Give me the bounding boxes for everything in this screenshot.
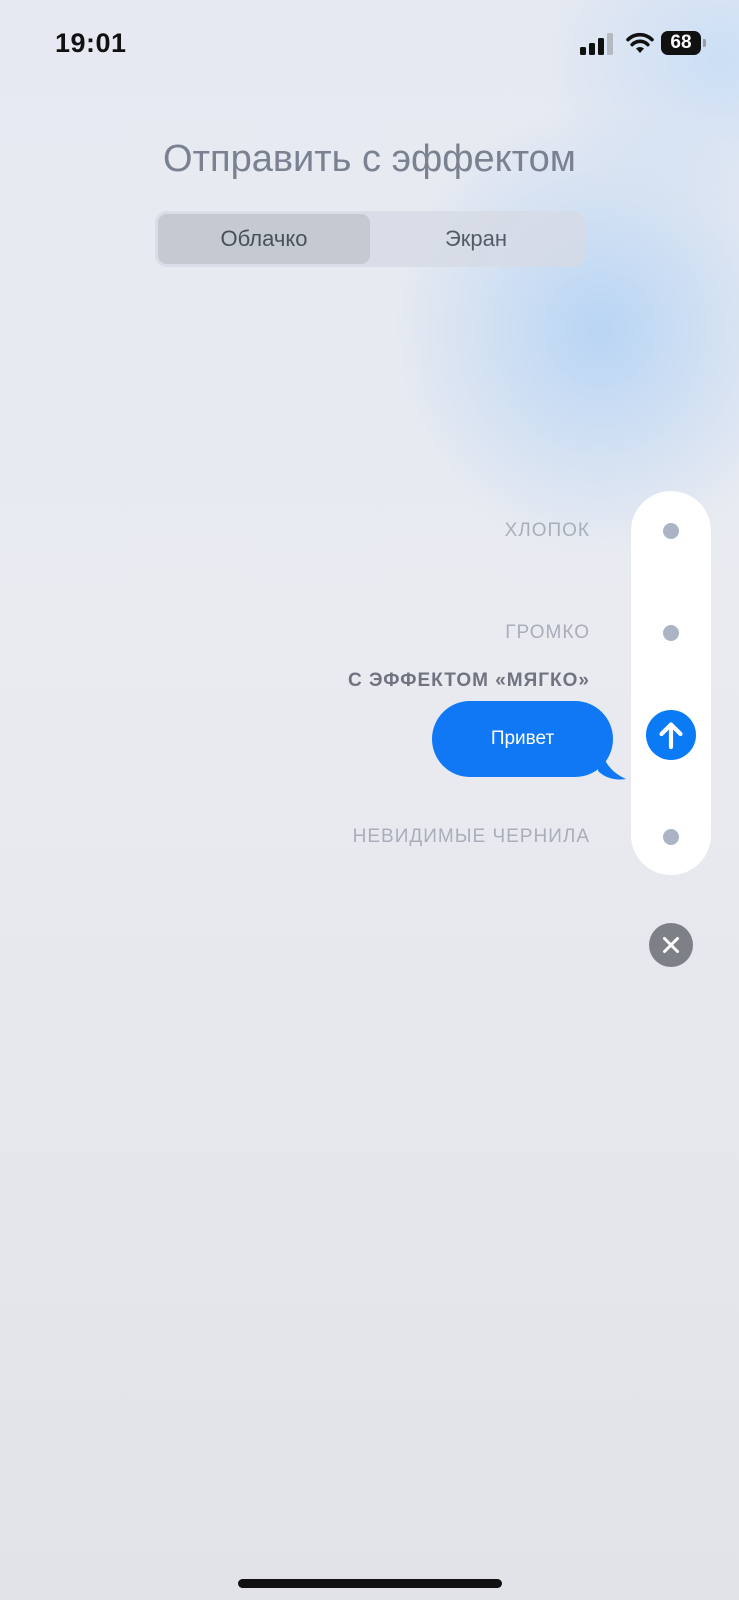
page-title: Отправить с эффектом bbox=[163, 138, 576, 180]
effect-type-segmented-control: Облачко Экран bbox=[155, 211, 585, 267]
effect-option-invisible-ink[interactable] bbox=[663, 829, 679, 845]
effect-picker bbox=[631, 491, 711, 875]
effect-label-loud[interactable]: ГРОМКО bbox=[505, 622, 590, 644]
status-time: 19:01 bbox=[55, 28, 127, 58]
close-button[interactable] bbox=[649, 923, 693, 967]
cellular-signal-icon bbox=[580, 33, 613, 55]
wifi-icon bbox=[626, 32, 654, 53]
close-icon bbox=[663, 937, 679, 953]
effect-label-slam[interactable]: ХЛОПОК bbox=[505, 520, 590, 542]
arrow-up-icon bbox=[659, 722, 683, 750]
effect-option-slam[interactable] bbox=[663, 523, 679, 539]
effect-label-invisible-ink[interactable]: НЕВИДИМЫЕ ЧЕРНИЛА bbox=[353, 826, 590, 848]
tab-screen[interactable]: Экран bbox=[370, 214, 582, 264]
home-indicator[interactable] bbox=[238, 1579, 502, 1588]
send-button[interactable] bbox=[646, 710, 696, 760]
message-bubble: Привет bbox=[432, 701, 613, 777]
effect-option-loud[interactable] bbox=[663, 625, 679, 641]
battery-indicator: 68 bbox=[661, 31, 706, 55]
tab-bubble[interactable]: Облачко bbox=[158, 214, 370, 264]
effect-label-gentle[interactable]: С ЭФФЕКТОМ «МЯГКО» bbox=[348, 670, 590, 692]
